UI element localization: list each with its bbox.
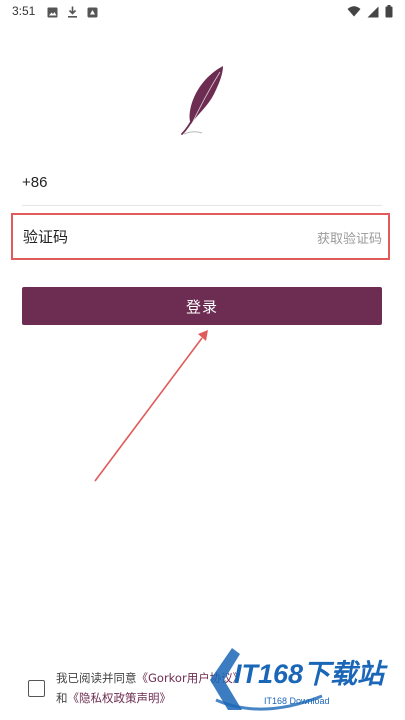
verification-code-row: 获取验证码 — [11, 213, 390, 260]
feather-icon — [181, 66, 223, 135]
agreement-prefix: 我已阅读并同意 — [56, 671, 137, 685]
agree-checkbox[interactable] — [28, 680, 45, 697]
app-icon — [87, 7, 98, 17]
status-time: 3:51 — [12, 4, 36, 18]
watermark-brand: IT168下载站 — [234, 659, 385, 689]
country-code[interactable]: +86 — [22, 174, 47, 191]
image-icon — [47, 7, 58, 17]
phone-input-row[interactable]: +86 — [22, 160, 382, 206]
status-bar: 3:51 — [0, 0, 405, 26]
watermark: IT168下载站 IT168 Download — [202, 640, 402, 718]
status-notification-icons — [47, 6, 98, 18]
watermark-subtitle: IT168 Download — [264, 696, 330, 706]
get-code-button[interactable]: 获取验证码 — [317, 228, 382, 247]
status-system-icons — [347, 5, 393, 18]
verification-code-input[interactable] — [23, 215, 263, 258]
wifi-icon — [347, 6, 361, 17]
privacy-policy-link[interactable]: 《隐私权政策声明》 — [68, 691, 172, 705]
battery-icon — [385, 5, 393, 18]
download-icon — [68, 6, 77, 18]
signal-icon — [367, 6, 379, 17]
agreement-conjunction: 和 — [56, 691, 68, 705]
login-button[interactable]: 登录 — [22, 287, 382, 325]
